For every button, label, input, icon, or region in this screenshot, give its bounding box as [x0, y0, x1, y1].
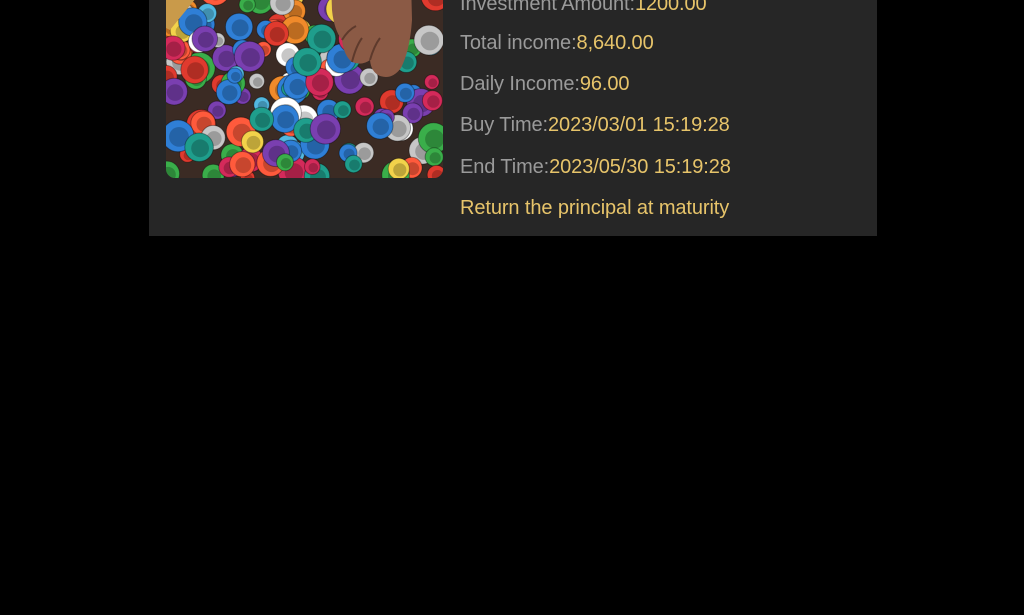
bottle-cap-inner-icon: [313, 30, 332, 49]
principal-return-note: Return the principal at maturity: [460, 197, 730, 219]
daily-income-label: Daily Income:: [460, 73, 580, 95]
buy-time-value: 2023/03/01 15:19:28: [548, 114, 730, 136]
bottle-cap-inner-icon: [287, 22, 305, 40]
investment-card: Investment Amount:1200.00 Total income:8…: [149, 0, 877, 236]
total-income-row: Total income:8,640.00: [460, 31, 654, 55]
buy-time-label: Buy Time:: [460, 114, 549, 136]
bottle-caps-photo-icon: [166, 0, 443, 178]
end-time-label: End Time:: [460, 156, 550, 178]
bottle-cap-inner-icon: [166, 84, 184, 101]
investment-amount-label: Investment Amount:: [460, 0, 635, 15]
bottle-cap-inner-icon: [359, 101, 372, 114]
total-income-value: 8,640.00: [576, 32, 654, 54]
bottle-cap-inner-icon: [289, 78, 306, 96]
bottle-cap-inner-icon: [255, 112, 271, 128]
bottle-cap-inner-icon: [407, 107, 420, 121]
bottle-cap-inner-icon: [428, 78, 438, 88]
daily-income-row: Daily Income:96.00: [460, 72, 630, 96]
bottle-cap-inner-icon: [299, 54, 317, 72]
end-time-row: End Time:2023/05/30 15:19:28: [460, 155, 731, 179]
total-income-label: Total income:: [460, 32, 577, 54]
bottle-cap-inner-icon: [280, 158, 292, 169]
bottle-cap-inner-icon: [231, 71, 241, 82]
bottle-cap-inner-icon: [338, 105, 349, 117]
bottle-cap-inner-icon: [231, 19, 249, 37]
bottle-cap-inner-icon: [235, 157, 252, 174]
bottle-cap-inner-icon: [393, 163, 407, 177]
investment-amount-value: 1200.00: [634, 0, 707, 15]
bottle-cap-inner-icon: [372, 118, 389, 135]
buy-time-row: Buy Time:2023/03/01 15:19:28: [460, 113, 730, 137]
bottle-cap-inner-icon: [427, 95, 440, 108]
bottle-cap-inner-icon: [277, 111, 295, 129]
bottle-cap-inner-icon: [308, 162, 319, 173]
bottle-cap-inner-icon: [246, 135, 261, 150]
end-time-value: 2023/05/30 15:19:28: [549, 156, 731, 178]
bottle-cap-inner-icon: [253, 77, 263, 87]
bottle-cap-inner-icon: [243, 0, 254, 11]
bottle-cap-inner-icon: [311, 74, 330, 92]
investment-amount-row: Investment Amount:1200.00: [460, 0, 707, 16]
daily-income-value: 96.00: [579, 73, 630, 95]
bottle-cap-inner-icon: [187, 62, 205, 80]
bottle-cap-inner-icon: [429, 152, 441, 164]
bottle-cap-inner-icon: [222, 85, 238, 101]
bottle-cap-inner-icon: [212, 105, 224, 117]
bottle-cap-inner-icon: [399, 87, 412, 100]
product-image: [166, 0, 443, 178]
bottle-cap-inner-icon: [269, 27, 285, 43]
bottle-cap-inner-icon: [197, 31, 214, 48]
bottle-cap-inner-icon: [349, 159, 360, 171]
bottle-cap-inner-icon: [317, 120, 336, 140]
bottle-cap-inner-icon: [420, 31, 440, 51]
bottle-cap-inner-icon: [364, 72, 376, 84]
bottle-cap-inner-icon: [191, 139, 209, 158]
bottle-cap-inner-icon: [166, 41, 182, 57]
bottle-cap-inner-icon: [241, 48, 260, 67]
bottle-cap-inner-icon: [218, 50, 235, 68]
